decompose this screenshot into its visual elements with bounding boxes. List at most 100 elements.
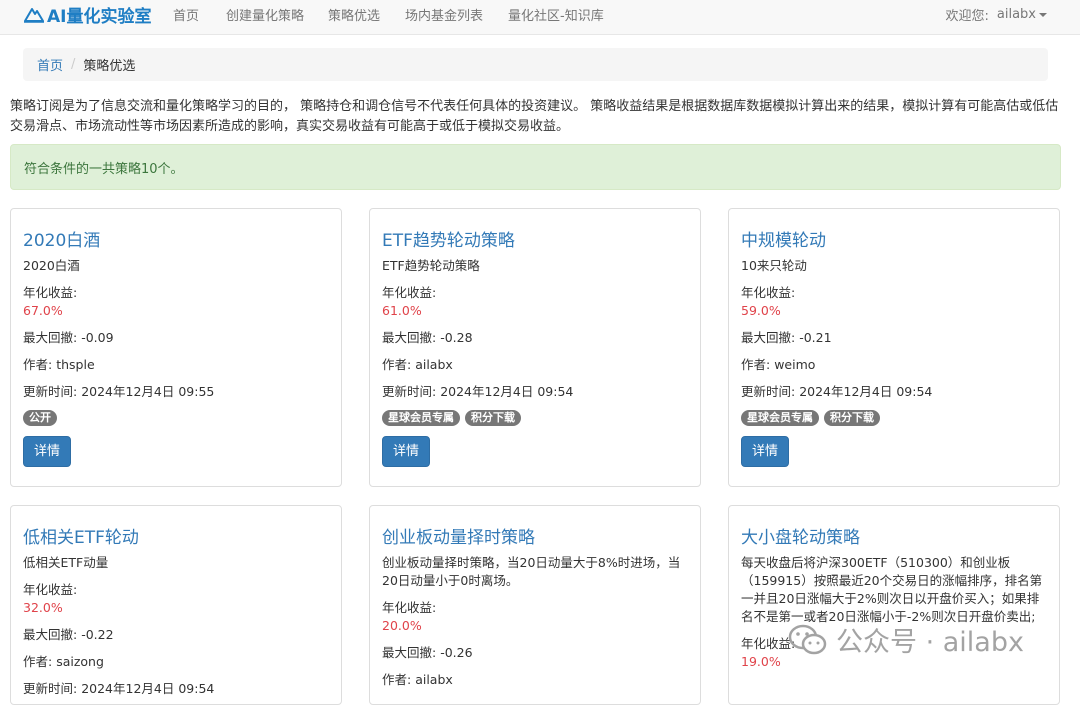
brand-logo-link[interactable]: AI量化实验室	[24, 3, 152, 27]
updated-value: 2024年12月4日 09:54	[799, 384, 933, 399]
nav-home-link[interactable]: 首页	[173, 5, 199, 24]
tag-badge: 积分下载	[465, 410, 521, 426]
annual-return-label: 年化收益:	[741, 285, 796, 300]
strategy-title-link[interactable]: 低相关ETF轮动	[23, 523, 139, 548]
strategy-title-link[interactable]: 中规模轮动	[741, 226, 826, 251]
max-drawdown-label: 最大回撤:	[23, 627, 78, 642]
author-label: 作者:	[382, 672, 412, 687]
max-drawdown-label: 最大回撤:	[382, 330, 437, 345]
updated-value: 2024年12月4日 09:55	[81, 384, 215, 399]
max-drawdown-value: -0.22	[81, 627, 114, 642]
annual-return-label: 年化收益:	[23, 285, 78, 300]
author-label: 作者:	[382, 357, 412, 372]
strategy-card: ETF趋势轮动策略 ETF趋势轮动策略 年化收益: 61.0% 最大回撤: -0…	[369, 208, 701, 487]
max-drawdown-value: -0.26	[440, 645, 473, 660]
strategy-card: 低相关ETF轮动 低相关ETF动量 年化收益: 32.0% 最大回撤: -0.2…	[10, 505, 342, 705]
max-drawdown-row: 最大回撤: -0.26	[382, 644, 690, 662]
breadcrumb: 首页 / 策略优选	[23, 48, 1048, 81]
author-value: thsple	[56, 357, 95, 372]
updated-value: 2024年12月4日 09:54	[81, 681, 215, 696]
nav-create-strategy-link[interactable]: 创建量化策略	[226, 5, 304, 24]
author-value: weimo	[774, 357, 816, 372]
tag-list: 公开	[23, 410, 331, 426]
max-drawdown-row: 最大回撤: -0.21	[741, 329, 1049, 347]
strategy-title-link[interactable]: 创业板动量择时策略	[382, 523, 535, 548]
strategy-description: 低相关ETF动量	[23, 555, 109, 570]
result-count-alert: 符合条件的一共策略10个。	[10, 144, 1061, 190]
updated-row: 更新时间: 2024年12月4日 09:54	[741, 383, 1049, 401]
tag-badge: 积分下载	[824, 410, 880, 426]
tag-badge: 星球会员专属	[741, 410, 819, 426]
updated-row: 更新时间: 2024年12月4日 09:55	[23, 383, 331, 401]
author-value: saizong	[56, 654, 104, 669]
details-button[interactable]: 详情	[382, 436, 430, 467]
strategy-card: 创业板动量择时策略 创业板动量择时策略，当20日动量大于8%时进场，当20日动量…	[369, 505, 701, 705]
max-drawdown-value: -0.28	[440, 330, 473, 345]
details-button[interactable]: 详情	[741, 436, 789, 467]
username: ailabx	[996, 7, 1036, 22]
updated-label: 更新时间:	[23, 681, 78, 696]
annual-return-value: 20.0%	[382, 618, 422, 633]
brand-mountain-icon	[24, 8, 44, 23]
result-count-text: 符合条件的一共策略10个。	[24, 161, 184, 177]
user-menu-dropdown[interactable]: 欢迎您: ailabx	[945, 5, 1047, 24]
nav-strategy-picks-link[interactable]: 策略优选	[328, 5, 380, 24]
breadcrumb-home-link[interactable]: 首页	[37, 55, 63, 74]
strategy-card: 大小盘轮动策略 每天收盘后将沪深300ETF（510300）和创业板（15991…	[728, 505, 1060, 705]
author-value: ailabx	[415, 672, 453, 687]
updated-row: 更新时间: 2024年12月4日 09:54	[23, 680, 331, 698]
annual-return-value: 32.0%	[23, 600, 63, 615]
updated-value: 2024年12月4日 09:54	[440, 384, 574, 399]
author-label: 作者:	[741, 357, 771, 372]
author-row: 作者: ailabx	[382, 356, 690, 374]
author-row: 作者: ailabx	[382, 671, 690, 689]
strategy-title-link[interactable]: 2020白酒	[23, 226, 100, 251]
max-drawdown-label: 最大回撤:	[382, 645, 437, 660]
strategy-description: 2020白酒	[23, 258, 80, 273]
author-row: 作者: thsple	[23, 356, 331, 374]
strategy-description: ETF趋势轮动策略	[382, 258, 480, 273]
strategy-title-link[interactable]: ETF趋势轮动策略	[382, 226, 515, 251]
annual-return-value: 59.0%	[741, 303, 781, 318]
user-greeting: 欢迎您:	[945, 9, 989, 24]
strategy-description: 10来只轮动	[741, 258, 807, 273]
author-label: 作者:	[23, 654, 53, 669]
wechat-icon	[788, 624, 827, 654]
author-row: 作者: weimo	[741, 356, 1049, 374]
breadcrumb-current: 策略优选	[83, 59, 136, 74]
disclaimer-text: 策略订阅是为了信息交流和量化策略学习的目的， 策略持仓和调仓信号不代表任何具体的…	[10, 99, 1059, 134]
tag-list: 星球会员专属 积分下载	[741, 410, 1049, 426]
max-drawdown-row: 最大回撤: -0.28	[382, 329, 690, 347]
watermark-text: 公众号 · ailabx	[836, 627, 1024, 658]
caret-down-icon	[1039, 12, 1047, 17]
updated-label: 更新时间:	[741, 384, 796, 399]
max-drawdown-row: 最大回撤: -0.22	[23, 626, 331, 644]
tag-badge: 公开	[23, 410, 57, 426]
annual-return-label: 年化收益:	[23, 582, 78, 597]
max-drawdown-label: 最大回撤:	[23, 330, 78, 345]
wechat-watermark: 公众号 · ailabx	[788, 620, 1024, 659]
max-drawdown-row: 最大回撤: -0.09	[23, 329, 331, 347]
strategy-description: 每天收盘后将沪深300ETF（510300）和创业板（159915）按照最近20…	[741, 555, 1043, 624]
tag-badge: 星球会员专属	[382, 410, 460, 426]
updated-label: 更新时间:	[23, 384, 78, 399]
strategy-card: 中规模轮动 10来只轮动 年化收益: 59.0% 最大回撤: -0.21 作者:…	[728, 208, 1060, 487]
nav-community-link[interactable]: 量化社区-知识库	[508, 5, 604, 24]
strategy-description: 创业板动量择时策略，当20日动量大于8%时进场，当20日动量小于0时离场。	[382, 555, 681, 588]
annual-return-label: 年化收益:	[382, 600, 437, 615]
top-navbar: AI量化实验室 首页 创建量化策略 策略优选 场内基金列表 量化社区-知识库 欢…	[0, 0, 1080, 35]
author-row: 作者: saizong	[23, 653, 331, 671]
breadcrumb-separator: /	[71, 57, 76, 72]
nav-fund-list-link[interactable]: 场内基金列表	[405, 5, 483, 24]
author-value: ailabx	[415, 357, 453, 372]
brand-name: AI量化实验室	[47, 6, 152, 27]
strategy-card: 2020白酒 2020白酒 年化收益: 67.0% 最大回撤: -0.09 作者…	[10, 208, 342, 487]
author-label: 作者:	[23, 357, 53, 372]
details-button[interactable]: 详情	[23, 436, 71, 467]
annual-return-value: 61.0%	[382, 303, 422, 318]
strategy-title-link[interactable]: 大小盘轮动策略	[741, 523, 860, 548]
annual-return-value: 67.0%	[23, 303, 63, 318]
max-drawdown-value: -0.21	[799, 330, 832, 345]
updated-label: 更新时间:	[382, 384, 437, 399]
max-drawdown-value: -0.09	[81, 330, 114, 345]
